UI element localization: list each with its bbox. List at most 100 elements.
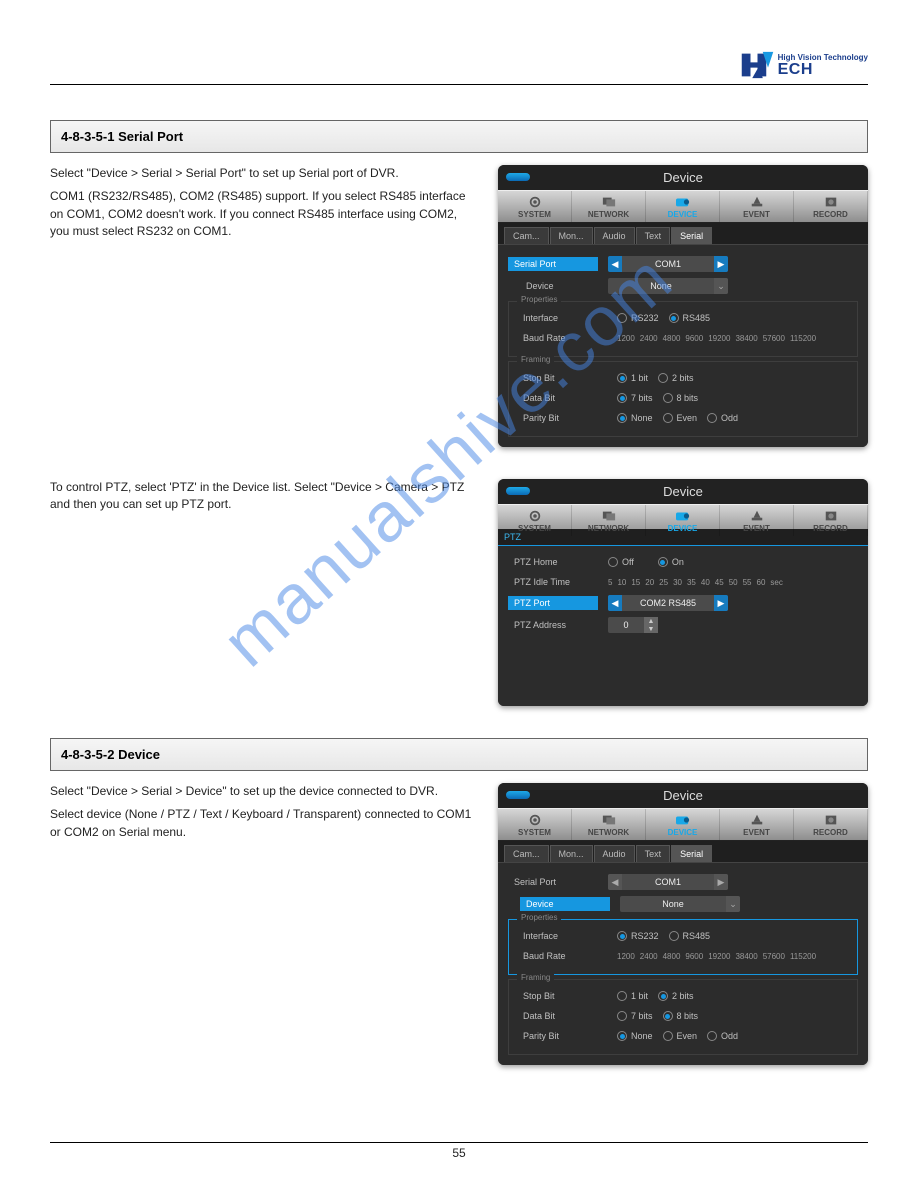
tab-monitor[interactable]: Mon... — [550, 845, 593, 862]
stopbit-1-radio[interactable]: 1 bit — [617, 373, 648, 383]
device-select[interactable]: None ⌄ — [608, 278, 728, 294]
tab-monitor[interactable]: Mon... — [550, 227, 593, 244]
dropdown-icon[interactable]: ⌄ — [726, 896, 740, 912]
serial-port-select[interactable]: ◀ COM1 ▶ — [608, 256, 728, 272]
parity-label: Parity Bit — [517, 1029, 607, 1043]
ptz-port-label: PTZ Port — [508, 596, 598, 610]
chevron-right-icon[interactable]: ▶ — [714, 256, 728, 272]
parity-even-radio[interactable]: Even — [663, 1031, 698, 1041]
parity-none-radio[interactable]: None — [617, 413, 653, 423]
interface-rs232-radio[interactable]: RS232 — [617, 313, 659, 323]
chevron-left-icon[interactable]: ◀ — [608, 595, 622, 611]
nav-device[interactable]: DEVICE — [646, 809, 720, 840]
databit-8-radio[interactable]: 8 bits — [663, 393, 699, 403]
parity-none-radio[interactable]: None — [617, 1031, 653, 1041]
device-label: Device — [520, 897, 610, 911]
interface-rs232-radio[interactable]: RS232 — [617, 931, 659, 941]
ptz-addr-stepper[interactable]: 0 ▲▼ — [608, 617, 658, 633]
nav-device[interactable]: DEVICE — [646, 191, 720, 222]
section1-text: Select "Device > Serial > Serial Port" t… — [50, 165, 478, 461]
section1-para1: Select "Device > Serial > Serial Port" t… — [50, 165, 478, 182]
baud-slider[interactable]: 1200 2400 4800 9600 19200 38400 57600 11… — [617, 952, 849, 961]
interface-rs485-radio[interactable]: RS485 — [669, 313, 711, 323]
serial-port-select[interactable]: ◀ COM1 ▶ — [608, 874, 728, 890]
chevron-left-icon[interactable]: ◀ — [608, 874, 622, 890]
nav-network[interactable]: NETWORK — [572, 809, 646, 840]
parity-odd-radio[interactable]: Odd — [707, 1031, 738, 1041]
dropdown-icon[interactable]: ⌄ — [714, 278, 728, 294]
step-up-icon[interactable]: ▲ — [644, 617, 658, 625]
chevron-left-icon[interactable]: ◀ — [608, 256, 622, 272]
baud-label: Baud Rate — [517, 331, 607, 345]
chevron-right-icon[interactable]: ▶ — [714, 595, 728, 611]
ptz-home-on-radio[interactable]: On — [658, 557, 684, 567]
nav-event[interactable]: EVENT — [720, 809, 794, 840]
parity-even-radio[interactable]: Even — [663, 413, 698, 423]
parity-odd-radio[interactable]: Odd — [707, 413, 738, 423]
serial-port-label: Serial Port — [508, 257, 598, 271]
tab-text[interactable]: Text — [636, 845, 671, 862]
nav-system[interactable]: SYSTEM — [498, 191, 572, 222]
ptz-idle-slider[interactable]: 5 10 15 20 25 30 35 40 45 50 55 60 — [608, 578, 858, 587]
framing-group-label: Framing — [517, 355, 554, 364]
ptz-idle-label: PTZ Idle Time — [508, 575, 598, 589]
ptz-port-select[interactable]: ◀ COM2 RS485 ▶ — [608, 595, 728, 611]
databit-8-radio[interactable]: 8 bits — [663, 1011, 699, 1021]
nav-record[interactable]: RECORD — [794, 809, 868, 840]
nav-system[interactable]: SYSTEM — [498, 809, 572, 840]
power-indicator-icon — [506, 791, 530, 799]
stopbit-2-radio[interactable]: 2 bits — [658, 991, 694, 1001]
page-number: 55 — [452, 1146, 465, 1160]
properties-group-label: Properties — [517, 913, 561, 922]
nav-event[interactable]: EVENT — [720, 191, 794, 222]
interface-rs485-radio[interactable]: RS485 — [669, 931, 711, 941]
databit-7-radio[interactable]: 7 bits — [617, 393, 653, 403]
panel-navbar: SYSTEM NETWORK DEVICE EVENT RECORD — [498, 190, 868, 223]
nav-record[interactable]: RECORD — [794, 191, 868, 222]
stopbit-1-radio[interactable]: 1 bit — [617, 991, 648, 1001]
ptz-home-label: PTZ Home — [508, 555, 598, 569]
step-down-icon[interactable]: ▼ — [644, 625, 658, 633]
nav-record[interactable]: RECORD — [794, 505, 868, 536]
nav-event[interactable]: EVENT — [720, 505, 794, 536]
section-title-1: 4-8-3-5-1 Serial Port — [50, 120, 868, 153]
framing-group-label: Framing — [517, 973, 554, 982]
section1-para3: To control PTZ, select 'PTZ' in the Devi… — [50, 479, 478, 514]
ptz-addr-label: PTZ Address — [508, 618, 598, 632]
tab-camera[interactable]: Cam... — [504, 845, 549, 862]
nav-network[interactable]: NETWORK — [572, 505, 646, 536]
stopbit-2-radio[interactable]: 2 bits — [658, 373, 694, 383]
logo: High Vision Technology ECH — [740, 50, 868, 80]
device-panel-serial: Device SYSTEM NETWORK DEVICE EVENT RECOR… — [498, 165, 868, 447]
page-footer: 55 — [50, 1142, 868, 1160]
section1-para2: COM1 (RS232/RS485), COM2 (RS485) support… — [50, 188, 478, 240]
serial-port-label: Serial Port — [508, 875, 598, 889]
stopbit-label: Stop Bit — [517, 371, 607, 385]
baud-label: Baud Rate — [517, 949, 607, 963]
databit-7-radio[interactable]: 7 bits — [617, 1011, 653, 1021]
panel-title: Device — [663, 170, 703, 185]
parity-label: Parity Bit — [517, 411, 607, 425]
tab-audio[interactable]: Audio — [594, 845, 635, 862]
tab-text[interactable]: Text — [636, 227, 671, 244]
ptz-home-off-radio[interactable]: Off — [608, 557, 634, 567]
interface-label: Interface — [517, 311, 607, 325]
interface-label: Interface — [517, 929, 607, 943]
nav-device[interactable]: DEVICE — [646, 505, 720, 536]
databit-label: Data Bit — [517, 391, 607, 405]
section2-text: Select "Device > Serial > Device" to set… — [50, 783, 478, 1079]
panel-title: Device — [663, 484, 703, 499]
chevron-right-icon[interactable]: ▶ — [714, 874, 728, 890]
logo-icon — [740, 50, 775, 80]
section-title-2: 4-8-3-5-2 Device — [50, 738, 868, 771]
databit-label: Data Bit — [517, 1009, 607, 1023]
device-label: Device — [508, 279, 598, 293]
tab-serial[interactable]: Serial — [671, 227, 712, 244]
device-select[interactable]: None ⌄ — [620, 896, 740, 912]
tab-camera[interactable]: Cam... — [504, 227, 549, 244]
baud-slider[interactable]: 1200 2400 4800 9600 19200 38400 57600 11… — [617, 334, 849, 343]
tab-serial[interactable]: Serial — [671, 845, 712, 862]
section1-text2: To control PTZ, select 'PTZ' in the Devi… — [50, 479, 478, 720]
nav-network[interactable]: NETWORK — [572, 191, 646, 222]
tab-audio[interactable]: Audio — [594, 227, 635, 244]
